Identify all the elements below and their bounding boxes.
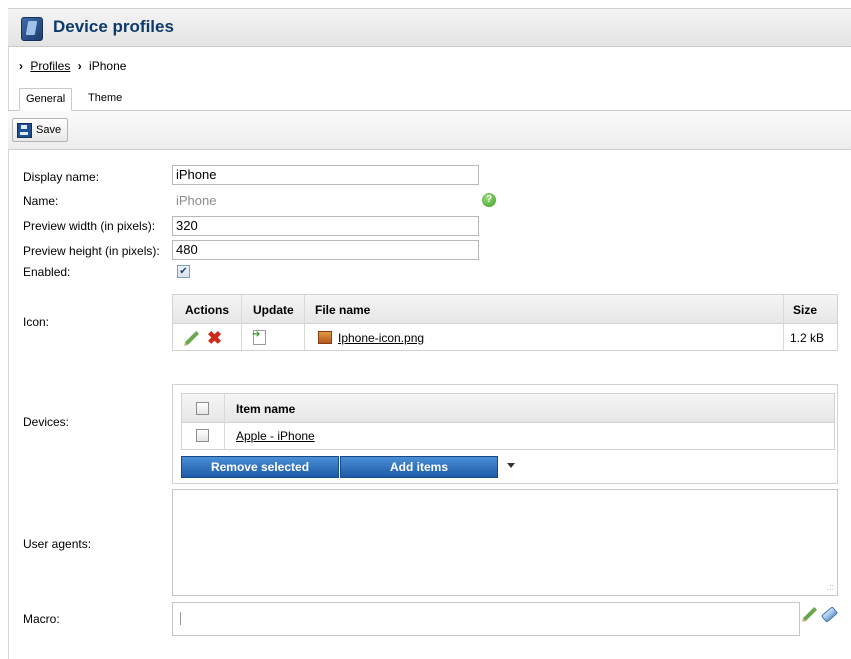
file-size: 1.2 kB — [790, 331, 825, 345]
tab-general[interactable]: General — [19, 88, 73, 111]
column-header-size: Size — [793, 303, 818, 317]
resize-handle-icon[interactable]: .:: — [826, 582, 834, 592]
icon-table-header: Actions Update File name Size — [173, 295, 837, 324]
icon-label: Icon: — [23, 315, 50, 329]
chevron-down-icon[interactable] — [507, 463, 515, 468]
tab-bar: General Theme — [8, 86, 851, 111]
clear-macro-eraser-icon[interactable] — [820, 604, 839, 623]
devices-label: Devices: — [23, 415, 70, 429]
device-item-link[interactable]: Apple - iPhone — [236, 429, 315, 443]
page-title: Device profiles — [53, 17, 174, 36]
enabled-checkbox[interactable]: ✔ — [177, 265, 190, 278]
user-agents-textarea[interactable]: .:: — [172, 489, 838, 596]
image-file-icon — [318, 331, 332, 344]
row-checkbox[interactable] — [196, 429, 209, 442]
column-header-update: Update — [253, 303, 294, 317]
display-name-label: Display name: — [23, 170, 100, 184]
chevron-right-icon: › — [19, 59, 23, 73]
text-cursor — [180, 612, 181, 625]
column-divider — [304, 295, 305, 350]
devices-panel: Item name Apple - iPhone Remove selected… — [172, 384, 838, 484]
name-label: Name: — [23, 194, 59, 208]
remove-selected-button[interactable]: Remove selected — [181, 456, 339, 478]
preview-height-label: Preview height (in pixels): — [23, 244, 160, 258]
device-profile-icon — [21, 17, 43, 41]
column-header-item-name: Item name — [236, 402, 296, 416]
icon-table: Actions Update File name Size ✖ Iphone-i… — [172, 294, 838, 351]
column-divider — [241, 295, 242, 350]
update-file-icon[interactable] — [252, 329, 266, 345]
edit-macro-pencil-icon[interactable] — [801, 604, 819, 622]
column-divider — [224, 394, 225, 449]
devices-table: Item name Apple - iPhone — [181, 393, 835, 450]
delete-icon[interactable]: ✖ — [207, 329, 222, 347]
macro-label: Macro: — [23, 612, 60, 626]
user-agents-label: User agents: — [23, 537, 92, 551]
chevron-right-icon: › — [77, 59, 82, 73]
column-header-actions: Actions — [185, 303, 230, 317]
edit-pencil-icon[interactable] — [184, 330, 200, 346]
column-header-file-name: File name — [315, 303, 371, 317]
select-all-checkbox[interactable] — [196, 402, 209, 415]
breadcrumb-profiles-link[interactable]: Profiles — [30, 59, 70, 73]
breadcrumb-current: iPhone — [89, 59, 127, 73]
breadcrumb: › Profiles › iPhone — [19, 59, 126, 73]
toolbar: Save — [8, 111, 851, 150]
file-name-link[interactable]: Iphone-icon.png — [338, 331, 424, 345]
devices-table-header: Item name — [182, 394, 834, 423]
preview-height-input[interactable] — [172, 240, 479, 260]
column-divider — [783, 295, 784, 350]
tab-theme[interactable]: Theme — [82, 88, 128, 109]
macro-input[interactable] — [172, 602, 800, 636]
page-header: Device profiles — [8, 8, 851, 47]
help-icon[interactable]: ? — [482, 193, 496, 207]
preview-width-input[interactable] — [172, 216, 479, 236]
preview-width-label: Preview width (in pixels): — [23, 219, 156, 233]
save-button[interactable]: Save — [12, 118, 69, 142]
name-value: iPhone — [176, 193, 217, 208]
save-button-label: Save — [36, 124, 62, 136]
floppy-disk-icon — [17, 122, 32, 138]
add-items-button[interactable]: Add items — [340, 456, 498, 478]
enabled-label: Enabled: — [23, 265, 71, 279]
display-name-input[interactable] — [172, 165, 479, 185]
